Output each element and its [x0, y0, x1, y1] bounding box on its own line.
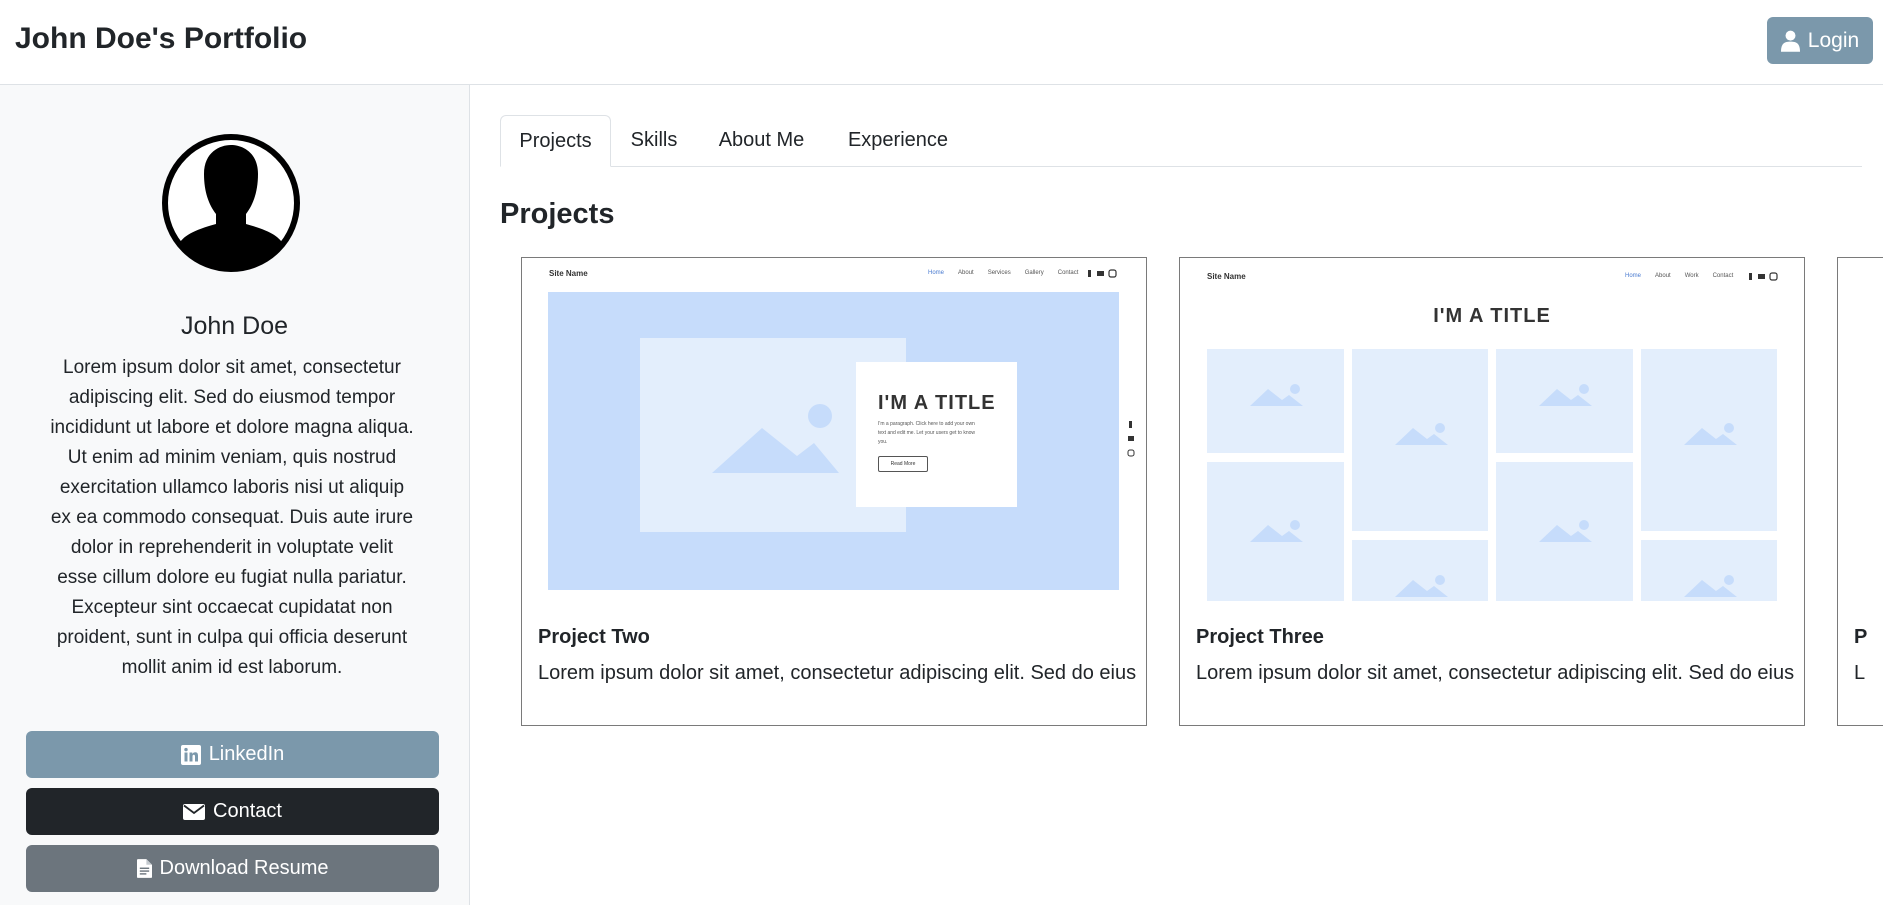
site-brand[interactable]: John Doe's Portfolio: [15, 22, 307, 56]
preview-hero-title: I'M A TITLE: [1433, 305, 1551, 327]
image-placeholder-icon: [712, 404, 839, 473]
preview-site-name: Site Name: [1207, 272, 1246, 281]
project-preview-image: Site Name Home About Services Gallery Co…: [522, 258, 1146, 601]
tab-skills[interactable]: Skills: [617, 115, 691, 166]
linkedin-icon: [180, 744, 201, 765]
tab-about-me[interactable]: About Me: [703, 115, 820, 166]
project-title: Project Three: [1196, 626, 1324, 648]
project-preview-image: Site Name Home About Work Contact I'M A …: [1180, 258, 1804, 601]
project-title: Project Two: [538, 626, 650, 648]
preview-nav-item: Services: [987, 270, 1011, 276]
preview-site-name: Site Name: [549, 269, 588, 278]
preview-hero-title: I'M A TITLE: [878, 392, 996, 414]
profile-sidebar: John Doe Lorem ipsum dolor sit amet, con…: [0, 85, 470, 905]
preview-nav-item: Contact: [1057, 270, 1079, 276]
linkedin-label: LinkedIn: [208, 743, 285, 765]
preview-nav-item: Work: [1684, 273, 1699, 279]
preview-side-social-icons: [1127, 421, 1135, 457]
preview-hero-box: I'M A TITLE I'm a paragraph. Click here …: [856, 362, 1017, 507]
top-navbar: John Doe's Portfolio Login: [0, 0, 1883, 85]
tab-experience[interactable]: Experience: [834, 115, 962, 166]
preview-nav-item: About: [958, 270, 974, 276]
preview-nav-item: Home: [928, 270, 945, 276]
envelope-icon: [183, 803, 206, 820]
profile-name: John Doe: [180, 312, 289, 340]
preview-gallery-grid: [1207, 349, 1777, 601]
preview-social-icons: [1749, 272, 1778, 281]
login-label: Login: [1807, 28, 1860, 52]
preview-nav-item: Gallery: [1024, 270, 1044, 276]
project-card[interactable]: Site Name Home About Services Gallery Co…: [521, 257, 1147, 726]
avatar-icon: [162, 134, 300, 272]
project-title: P: [1854, 626, 1868, 648]
tab-projects[interactable]: Projects: [500, 115, 611, 167]
project-card[interactable]: Site Name Home About Work Contact I'M A …: [1179, 257, 1805, 726]
login-button[interactable]: Login: [1767, 17, 1873, 64]
contact-button[interactable]: Contact: [26, 788, 439, 835]
preview-nav-item: Contact: [1712, 273, 1734, 279]
preview-nav-item: Home: [1625, 273, 1642, 279]
contact-label: Contact: [213, 800, 282, 822]
download-resume-label: Download Resume: [159, 857, 329, 879]
preview-nav-item: About: [1655, 273, 1671, 279]
profile-bio: Lorem ipsum dolor sit amet, consectetur …: [50, 357, 414, 678]
project-description: Lorem ipsum dolor sit amet, consectetur …: [1196, 662, 1795, 684]
preview-hero-text: I'm a paragraph. Click here to add your …: [878, 421, 975, 445]
preview-social-icons: [1088, 269, 1117, 278]
project-description: L: [1854, 662, 1866, 684]
download-resume-button[interactable]: Download Resume: [26, 845, 439, 892]
project-card[interactable]: P L: [1837, 257, 1883, 726]
linkedin-button[interactable]: LinkedIn: [26, 731, 439, 778]
preview-read-more: Read More: [878, 456, 928, 472]
project-description: Lorem ipsum dolor sit amet, consectetur …: [538, 662, 1137, 684]
person-icon: [1780, 30, 1800, 52]
file-icon: [136, 859, 152, 878]
section-tabs: Projects Skills About Me Experience: [500, 115, 1862, 167]
preview-nav: Home About Work Contact: [1625, 273, 1733, 279]
preview-nav: Home About Services Gallery Contact: [928, 270, 1078, 276]
section-title: Projects: [500, 198, 615, 230]
